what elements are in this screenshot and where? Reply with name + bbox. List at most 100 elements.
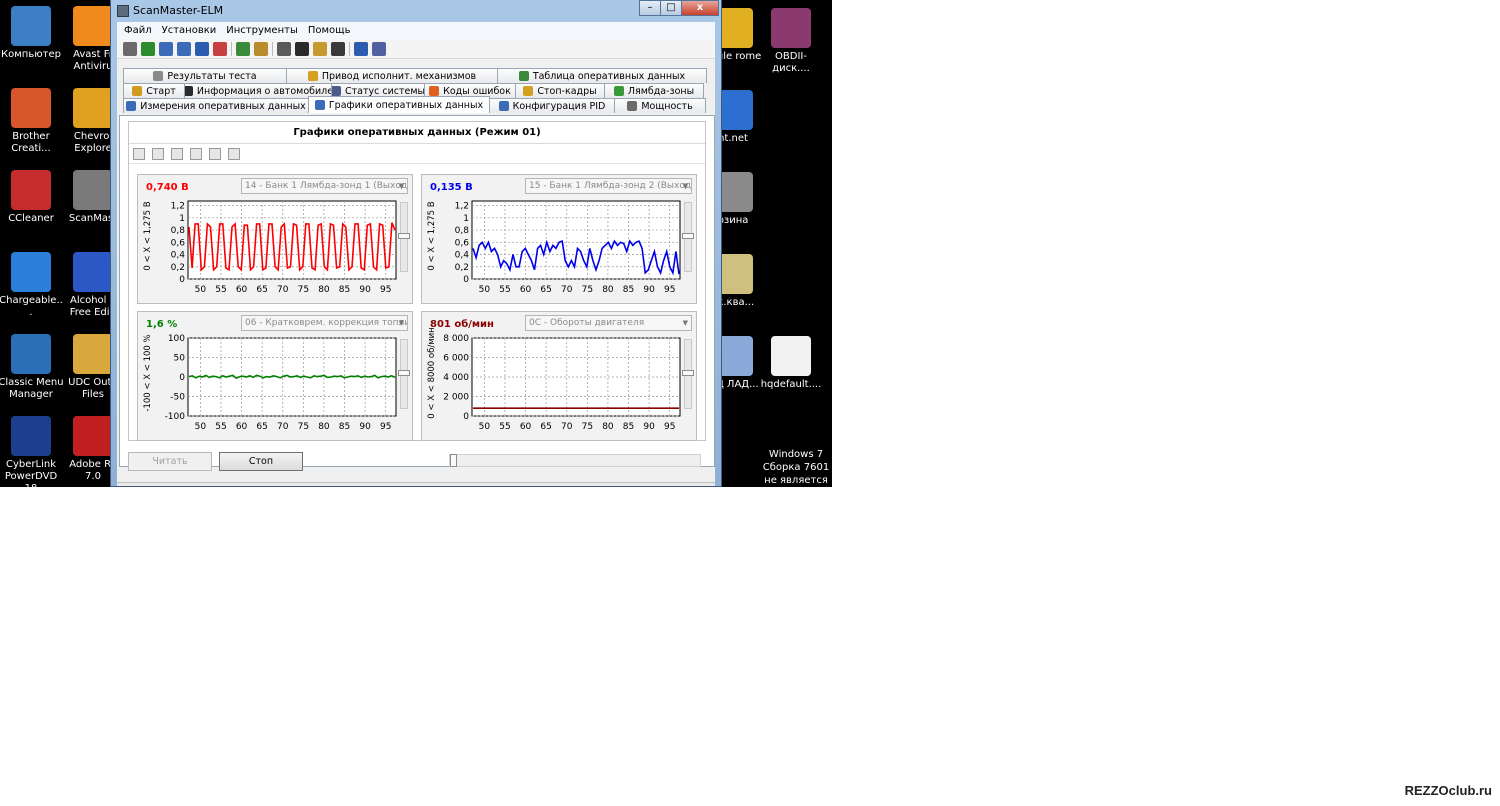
menu-bar: Файл Установки Инструменты Помощь bbox=[117, 22, 715, 39]
desktop-icon-right2-0[interactable]: OBDII-диск.... bbox=[758, 8, 824, 75]
toolbar-button-icon[interactable] bbox=[277, 41, 291, 56]
chart-tool-icon[interactable] bbox=[152, 147, 164, 160]
time-scrollbar[interactable] bbox=[449, 454, 701, 467]
tab-row1-2[interactable]: Таблица оперативных данных bbox=[497, 68, 707, 83]
menu-tools[interactable]: Инструменты bbox=[221, 25, 303, 36]
scale-slider[interactable] bbox=[682, 202, 694, 272]
watermark: REZZOclub.ru bbox=[1404, 783, 1492, 798]
tab-icon bbox=[332, 86, 341, 96]
chart-tool-icon[interactable] bbox=[190, 147, 202, 160]
scale-slider[interactable] bbox=[682, 339, 694, 409]
x-tick-label: 90 bbox=[643, 285, 655, 295]
chart-tool-icon[interactable] bbox=[209, 147, 221, 160]
pid-select[interactable]: 14 - Банк 1 Лямбда-зонд 1 (Выходно ▼ bbox=[241, 178, 408, 194]
slider-thumb[interactable] bbox=[682, 370, 694, 376]
pid-select[interactable]: 15 - Банк 1 Лямбда-зонд 2 (Выходно ▼ bbox=[525, 178, 692, 194]
tab-row2-5[interactable]: Лямбда-зоны bbox=[604, 83, 704, 98]
toolbar-button-icon[interactable] bbox=[213, 41, 227, 56]
toolbar-button-icon[interactable] bbox=[236, 41, 250, 56]
stop-button[interactable]: Стоп bbox=[219, 452, 303, 471]
chart-tool-icon[interactable] bbox=[228, 147, 240, 160]
y-tick-label: 0,4 bbox=[171, 251, 186, 261]
desktop-icon-left-2[interactable]: CCleaner bbox=[0, 170, 64, 225]
x-tick-label: 65 bbox=[256, 422, 267, 432]
tab-row3-3[interactable]: Мощность bbox=[614, 98, 706, 113]
x-tick-label: 85 bbox=[623, 422, 634, 432]
x-tick-label: 80 bbox=[318, 285, 330, 295]
toolbar-button-icon[interactable] bbox=[177, 41, 191, 56]
y-tick-label: 0,8 bbox=[171, 226, 186, 236]
app-icon bbox=[117, 5, 129, 17]
toolbar-button-icon[interactable] bbox=[195, 41, 209, 56]
desktop-icon-left-5[interactable]: CyberLink PowerDVD 18 bbox=[0, 416, 64, 487]
y-tick-label: 0 bbox=[179, 373, 185, 383]
scale-slider[interactable] bbox=[398, 339, 410, 409]
toolbar-button-icon[interactable] bbox=[372, 41, 386, 56]
tab-row1-0[interactable]: Результаты теста bbox=[123, 68, 287, 83]
close-button[interactable]: x bbox=[681, 0, 719, 16]
chevron-down-icon: ▼ bbox=[398, 182, 404, 190]
desktop-icon-right2-1[interactable]: hqdefault.... bbox=[758, 336, 824, 391]
slider-thumb[interactable] bbox=[682, 233, 694, 239]
y-tick-label: -100 bbox=[165, 412, 186, 422]
toolbar-button-icon[interactable] bbox=[159, 41, 173, 56]
maximize-button[interactable]: □ bbox=[660, 0, 682, 16]
x-tick-label: 70 bbox=[277, 422, 289, 432]
desktop-icon-left-1[interactable]: Brother Creati... bbox=[0, 88, 64, 155]
y-tick-label: 0 bbox=[463, 275, 469, 285]
pid-select[interactable]: 0С - Обороты двигателя ▼ bbox=[525, 315, 692, 331]
slider-thumb[interactable] bbox=[398, 370, 410, 376]
desktop-icon-label: OBDII-диск.... bbox=[772, 51, 810, 74]
menu-help[interactable]: Помощь bbox=[303, 25, 356, 36]
toolbar-button-icon[interactable] bbox=[354, 41, 368, 56]
menu-file[interactable]: Файл bbox=[119, 25, 157, 36]
toolbar-button-icon[interactable] bbox=[331, 41, 345, 56]
app-shortcut-icon bbox=[11, 88, 51, 128]
y-tick-label: 4 000 bbox=[443, 373, 469, 383]
desktop-icon-left-3[interactable]: Chargeable... bbox=[0, 252, 64, 319]
slider-thumb[interactable] bbox=[398, 233, 410, 239]
tab-row2-0[interactable]: Старт bbox=[123, 83, 185, 98]
tab-row1-1[interactable]: Привод исполнит. механизмов bbox=[286, 68, 498, 83]
pid-select-value: 06 - Кратковрем. коррекция топлив bbox=[245, 318, 408, 328]
tab-row3-1[interactable]: Графики оперативных данных bbox=[308, 96, 490, 113]
chart-panel-1: 0,135 В 15 - Банк 1 Лямбда-зонд 2 (Выходн… bbox=[421, 174, 697, 304]
tab-row2-4[interactable]: Стоп-кадры bbox=[515, 83, 605, 98]
minimize-button[interactable]: – bbox=[639, 0, 661, 16]
live-graphs-panel: Графики оперативных данных (Режим 01) 0,… bbox=[119, 115, 715, 471]
toolbar-button-icon[interactable] bbox=[141, 41, 155, 56]
current-value: 0,740 В bbox=[146, 182, 189, 193]
scrollbar-thumb[interactable] bbox=[450, 454, 457, 467]
tab-label: Статус системы bbox=[344, 85, 425, 97]
tab-icon bbox=[314, 100, 325, 110]
chart-tool-icon[interactable] bbox=[133, 147, 145, 160]
x-tick-label: 65 bbox=[540, 285, 551, 295]
toolbar-button-icon[interactable] bbox=[254, 41, 268, 56]
desktop-icon-label: Компьютер bbox=[1, 49, 61, 60]
x-tick-label: 50 bbox=[479, 285, 491, 295]
desktop-icon-left-0[interactable]: Компьютер bbox=[0, 6, 64, 61]
toolbar-button-icon[interactable] bbox=[313, 41, 327, 56]
x-tick-label: 50 bbox=[479, 422, 491, 432]
chart-svg: 0 0,2 0,4 0,6 0,8 1 1,2 50 55 60 65 70 75 80 85 90 95 bbox=[171, 200, 397, 295]
tab-row3-2[interactable]: Конфигурация PID bbox=[489, 98, 615, 113]
toolbar-button-icon[interactable] bbox=[123, 41, 137, 56]
tab-label: Мощность bbox=[641, 100, 693, 112]
y-tick-label: 0,8 bbox=[455, 226, 470, 236]
tab-row3-0[interactable]: Измерения оперативных данных bbox=[123, 98, 309, 113]
app-shortcut-icon bbox=[11, 334, 51, 374]
x-tick-label: 55 bbox=[215, 285, 226, 295]
current-value: 801 об/мин bbox=[430, 319, 494, 330]
y-tick-label: 6 000 bbox=[443, 354, 469, 364]
chart-tool-icon[interactable] bbox=[171, 147, 183, 160]
title-bar[interactable]: ScanMaster-ELM – □ x bbox=[111, 0, 721, 22]
desktop-icon-left-4[interactable]: Classic Menu Manager bbox=[0, 334, 64, 401]
app-shortcut-icon bbox=[73, 334, 113, 374]
read-button[interactable]: Читать bbox=[128, 452, 212, 471]
scale-slider[interactable] bbox=[398, 202, 410, 272]
toolbar-button-icon[interactable] bbox=[295, 41, 309, 56]
pid-select[interactable]: 06 - Кратковрем. коррекция топлив ▼ bbox=[241, 315, 408, 331]
menu-settings[interactable]: Установки bbox=[157, 25, 222, 36]
y-tick-label: 1,2 bbox=[171, 202, 185, 212]
scanmaster-window: ScanMaster-ELM – □ x Файл Установки Инст… bbox=[110, 0, 722, 487]
